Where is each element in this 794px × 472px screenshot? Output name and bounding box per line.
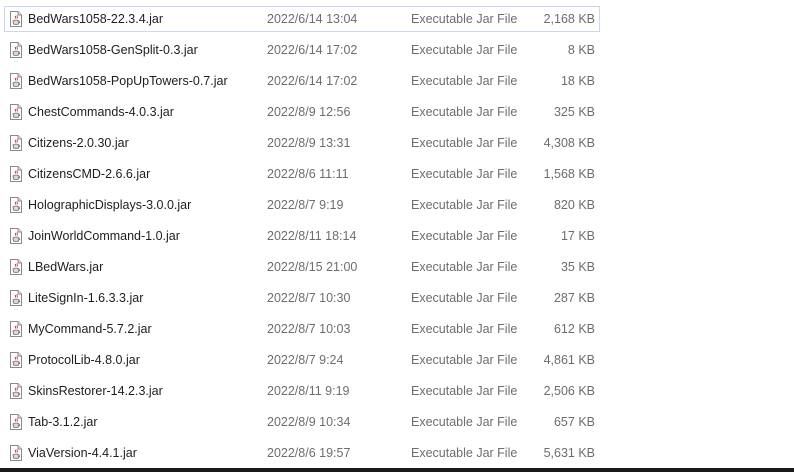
file-size: 657 KB	[553, 415, 595, 429]
file-size: 4,861 KB	[543, 353, 595, 367]
file-date-modified: 2022/8/6 11:11	[267, 167, 349, 181]
jar-file-icon	[9, 228, 23, 244]
file-row[interactable]: JoinWorldCommand-1.0.jar 2022/8/11 18:14 E…	[4, 223, 600, 249]
jar-file-icon	[9, 414, 23, 430]
file-type: Executable Jar File	[411, 167, 518, 181]
file-size: 8 KB	[567, 43, 595, 57]
file-type: Executable Jar File	[411, 260, 518, 274]
file-size: 820 KB	[553, 198, 595, 212]
jar-file-icon	[9, 383, 23, 399]
file-size: 2,506 KB	[543, 384, 595, 398]
file-type: Executable Jar File	[411, 229, 518, 243]
jar-file-icon	[9, 290, 23, 306]
file-name: Tab-3.1.2.jar	[28, 415, 98, 429]
file-size: 2,168 KB	[543, 12, 595, 26]
file-type: Executable Jar File	[411, 12, 518, 26]
file-row[interactable]: Citizens-2.0.30.jar 2022/8/9 13:31 Executa…	[4, 130, 600, 156]
file-type: Executable Jar File	[411, 322, 518, 336]
file-name: SkinsRestorer-14.2.3.jar	[28, 384, 163, 398]
jar-file-icon	[9, 73, 23, 89]
file-row[interactable]: SkinsRestorer-14.2.3.jar 2022/8/11 9:19 Ex…	[4, 378, 600, 404]
file-type: Executable Jar File	[411, 291, 518, 305]
file-size: 5,631 KB	[543, 446, 595, 460]
file-row[interactable]: BedWars1058-GenSplit-0.3.jar 2022/6/14 17…	[4, 37, 600, 63]
file-row[interactable]: LiteSignIn-1.6.3.3.jar 2022/8/7 10:30 Exec…	[4, 285, 600, 311]
file-type: Executable Jar File	[411, 43, 518, 57]
file-date-modified: 2022/8/7 9:24	[267, 353, 344, 367]
file-date-modified: 2022/8/9 12:56	[267, 105, 351, 119]
file-name: ProtocolLib-4.8.0.jar	[28, 353, 140, 367]
file-size: 17 KB	[560, 229, 595, 243]
file-size: 612 KB	[553, 322, 595, 336]
jar-file-icon	[9, 352, 23, 368]
taskbar-edge	[0, 468, 794, 472]
file-type: Executable Jar File	[411, 105, 518, 119]
file-size: 1,568 KB	[543, 167, 595, 181]
file-row[interactable]: ProtocolLib-4.8.0.jar 2022/8/7 9:24 Execut…	[4, 347, 600, 373]
file-list: BedWars1058-22.3.4.jar 2022/6/14 13:04 Exe…	[0, 0, 794, 468]
file-date-modified: 2022/8/7 10:30	[267, 291, 351, 305]
file-date-modified: 2022/8/7 10:03	[267, 322, 351, 336]
file-name: JoinWorldCommand-1.0.jar	[28, 229, 180, 243]
jar-file-icon	[9, 166, 23, 182]
file-date-modified: 2022/6/14 13:04	[267, 12, 358, 26]
file-type: Executable Jar File	[411, 198, 518, 212]
file-name: CitizensCMD-2.6.6.jar	[28, 167, 151, 181]
file-type: Executable Jar File	[411, 384, 518, 398]
file-row[interactable]: BedWars1058-22.3.4.jar 2022/6/14 13:04 Exe…	[4, 6, 600, 32]
file-size: 287 KB	[553, 291, 595, 305]
file-date-modified: 2022/8/9 13:31	[267, 136, 351, 150]
file-name: MyCommand-5.7.2.jar	[28, 322, 152, 336]
jar-file-icon	[9, 197, 23, 213]
file-date-modified: 2022/6/14 17:02	[267, 43, 358, 57]
file-date-modified: 2022/8/11 9:19	[267, 384, 350, 398]
file-type: Executable Jar File	[411, 136, 518, 150]
file-row[interactable]: ChestCommands-4.0.3.jar 2022/8/9 12:56 Exe…	[4, 99, 600, 125]
file-row[interactable]: Tab-3.1.2.jar 2022/8/9 10:34 Executable Ja…	[4, 409, 600, 435]
jar-file-icon	[9, 321, 23, 337]
file-type: Executable Jar File	[411, 74, 518, 88]
file-size: 35 KB	[560, 260, 595, 274]
file-row[interactable]: CitizensCMD-2.6.6.jar 2022/8/6 11:11 Execu…	[4, 161, 600, 187]
file-name: HolographicDisplays-3.0.0.jar	[28, 198, 192, 212]
file-name: LBedWars.jar	[28, 260, 104, 274]
file-date-modified: 2022/8/9 10:34	[267, 415, 351, 429]
jar-file-icon	[9, 259, 23, 275]
file-type: Executable Jar File	[411, 353, 518, 367]
file-size: 18 KB	[560, 74, 595, 88]
file-date-modified: 2022/8/11 18:14	[267, 229, 357, 243]
jar-file-icon	[9, 42, 23, 58]
file-type: Executable Jar File	[411, 415, 518, 429]
file-row[interactable]: MyCommand-5.7.2.jar 2022/8/7 10:03 Executa…	[4, 316, 600, 342]
file-date-modified: 2022/8/15 21:00	[267, 260, 358, 274]
jar-file-icon	[9, 104, 23, 120]
file-date-modified: 2022/8/7 9:19	[267, 198, 344, 212]
jar-file-icon	[9, 11, 23, 27]
jar-file-icon	[9, 445, 23, 461]
file-name: ChestCommands-4.0.3.jar	[28, 105, 174, 119]
file-date-modified: 2022/6/14 17:02	[267, 74, 358, 88]
file-type: Executable Jar File	[411, 446, 518, 460]
file-size: 325 KB	[553, 105, 595, 119]
file-row[interactable]: BedWars1058-PopUpTowers-0.7.jar 2022/6/14…	[4, 68, 600, 94]
file-name: ViaVersion-4.4.1.jar	[28, 446, 137, 460]
file-name: LiteSignIn-1.6.3.3.jar	[28, 291, 144, 305]
file-row[interactable]: HolographicDisplays-3.0.0.jar 2022/8/7 9:…	[4, 192, 600, 218]
file-name: BedWars1058-PopUpTowers-0.7.jar	[28, 74, 228, 88]
file-name: BedWars1058-GenSplit-0.3.jar	[28, 43, 198, 57]
file-date-modified: 2022/8/6 19:57	[267, 446, 351, 460]
file-row[interactable]: ViaVersion-4.4.1.jar 2022/8/6 19:57 Execut…	[4, 440, 600, 466]
file-name: BedWars1058-22.3.4.jar	[28, 12, 164, 26]
jar-file-icon	[9, 135, 23, 151]
file-size: 4,308 KB	[543, 136, 595, 150]
file-row[interactable]: LBedWars.jar 2022/8/15 21:00 Executable Ja…	[4, 254, 600, 280]
file-name: Citizens-2.0.30.jar	[28, 136, 129, 150]
